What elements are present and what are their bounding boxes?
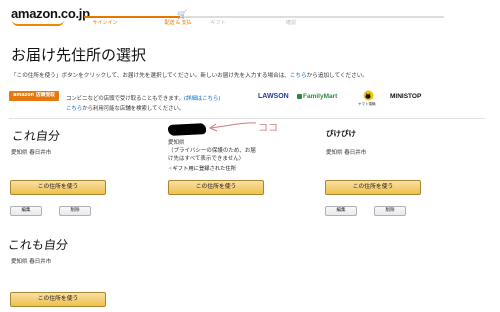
amazon-logo[interactable]: amazon.co.jp: [11, 6, 90, 21]
redacted-name: [167, 123, 207, 136]
edit-address-3-button[interactable]: 編集: [325, 206, 357, 216]
pickup-search-link[interactable]: こちら: [66, 106, 82, 112]
gift-address-label: ギフト用に登録された住所: [172, 166, 237, 172]
instruction-pre: 「この住所を使う」ボタンをクリックして、お届け先を選択してください。新しいお届け…: [11, 73, 290, 79]
checkout-progress-fill: [84, 16, 180, 18]
delete-address-3-button[interactable]: 削除: [374, 206, 406, 216]
lawson-logo: LAWSON: [258, 93, 289, 100]
amazon-smile-logo-mark: [12, 20, 64, 26]
use-address-2-button[interactable]: この住所を使う: [168, 180, 264, 195]
familymart-mark-icon: [297, 94, 302, 99]
use-address-3-button[interactable]: この住所を使う: [325, 180, 421, 195]
address-3-name: ぴけぴけ: [326, 129, 356, 138]
ministop-logo: MINISTOP: [390, 93, 422, 100]
handwritten-arrow-icon: [208, 122, 257, 132]
gift-address-note: ✧ギフト用に登録された住所: [168, 164, 236, 172]
address-2-line2: （プライバシーの保護のため、お届: [168, 148, 256, 154]
use-address-4-button[interactable]: この住所を使う: [10, 292, 106, 307]
use-address-1-button[interactable]: この住所を使う: [10, 180, 106, 195]
familymart-logo: FamilyMart: [303, 93, 338, 100]
address-3-line1: 愛知県 春日井市: [326, 150, 367, 156]
step-gift: ギフト: [210, 20, 226, 26]
handwritten-note-here: ココ: [258, 123, 278, 134]
delete-address-1-button[interactable]: 削除: [59, 206, 91, 216]
pickup-search-text: こちらから利用可能な店舗を検索してください。: [66, 104, 184, 112]
address-2-line3: け先はすべて表示できません）: [168, 156, 245, 162]
edit-address-1-button[interactable]: 編集: [10, 206, 42, 216]
pickup-text: コンビニなどの店頭で受け取ることもできます。(詳細はこちら): [66, 94, 220, 102]
pickup-details-link[interactable]: (詳細はこちら): [184, 96, 221, 102]
pickup-search-post: から利用可能な店舗を検索してください。: [82, 106, 185, 112]
pickup-text-pre: コンビニなどの店頭で受け取ることもできます。: [66, 96, 184, 102]
add-address-link[interactable]: こちら: [290, 73, 307, 79]
cart-icon: 🛒: [177, 10, 187, 19]
page-title: お届け先住所の選択: [11, 46, 147, 64]
yamato-cat-icon: [363, 90, 374, 101]
yamato-label: ヤマト運輸: [358, 102, 376, 106]
store-pickup-badge: amazon 店頭受取: [9, 91, 59, 101]
step-confirm: 確認: [285, 20, 296, 26]
step-signin: サインイン: [92, 20, 118, 26]
instruction-post: から追加してください。: [306, 73, 368, 79]
handwritten-note-self: これ自分: [10, 129, 61, 143]
address-1-line1: 愛知県 春日井市: [11, 150, 52, 156]
handwritten-note-self-2: これも自分: [6, 238, 69, 252]
address-2-line1: 愛知県: [168, 140, 185, 146]
instruction-text: 「この住所を使う」ボタンをクリックして、お届け先を選択してください。新しいお届け…: [11, 71, 368, 79]
address-4-line1: 愛知県 春日井市: [11, 259, 52, 265]
